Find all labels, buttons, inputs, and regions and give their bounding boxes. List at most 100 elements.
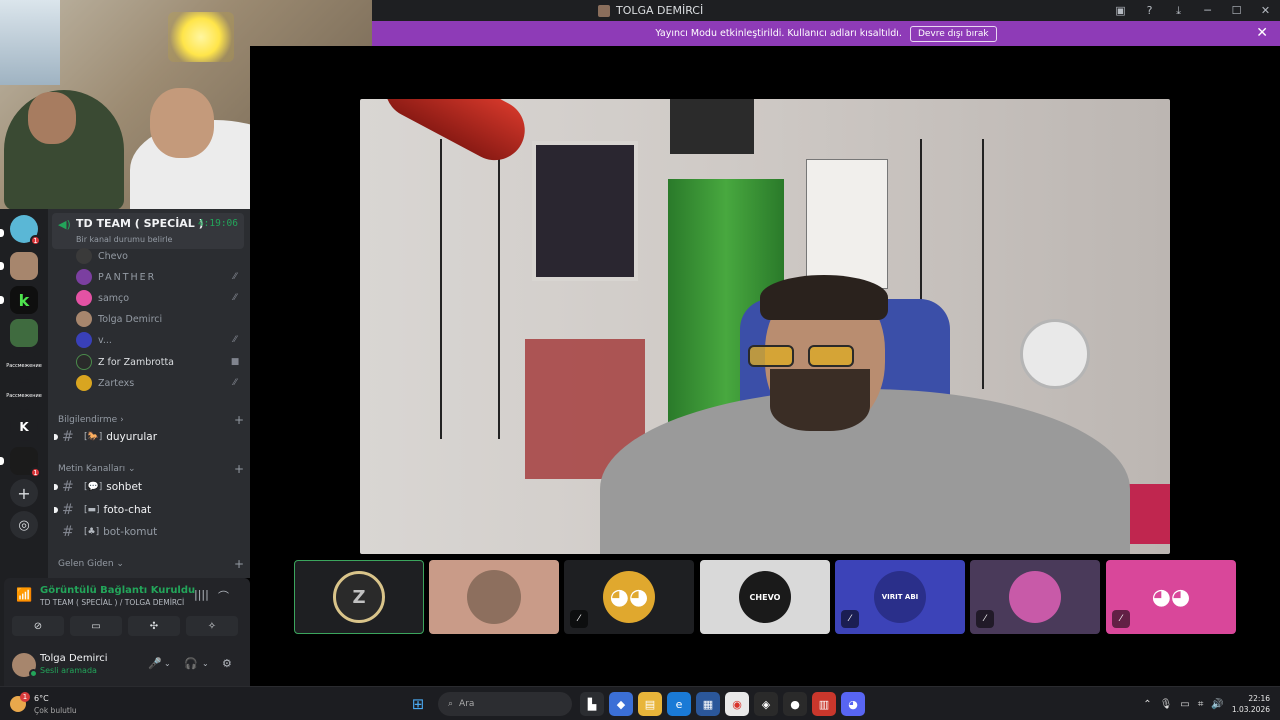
voice-member[interactable]: v... ⁄⁄	[76, 330, 242, 350]
help-icon[interactable]: ?	[1135, 0, 1164, 21]
search-icon: ⌕	[448, 699, 454, 709]
server-icon[interactable]: 1	[10, 215, 41, 246]
discord-taskbar-icon[interactable]: ◕	[841, 692, 865, 716]
network-icon[interactable]: ⌗	[1198, 699, 1204, 710]
category-text[interactable]: Metin Kanalları ⌄ +	[58, 462, 244, 476]
channel-announcements[interactable]: # [🐎] duyurular	[54, 427, 244, 447]
search-box[interactable]: ⌕ Ara	[438, 692, 572, 716]
left-shelf	[440, 139, 500, 439]
mic-muted-icon: ⁄	[570, 610, 588, 628]
server-icon[interactable]: k	[10, 286, 38, 314]
channel-photo[interactable]: # [▬] foto-chat	[54, 500, 244, 520]
close-icon[interactable]: ✕	[1251, 0, 1280, 21]
add-server-icon[interactable]: +	[10, 479, 38, 507]
participant-tile[interactable]	[429, 560, 559, 634]
file-explorer-icon[interactable]: ▤	[638, 692, 662, 716]
voice-member[interactable]: Chevo	[76, 246, 242, 266]
download-icon[interactable]: ⤓	[1164, 0, 1193, 21]
person-beard	[770, 369, 870, 431]
participant-tile[interactable]: CHEVO	[700, 560, 830, 634]
weather-widget[interactable]: 1 6°C Çok bulutlu	[10, 692, 90, 718]
disable-streamer-mode-button[interactable]: Devre dışı bırak	[909, 25, 997, 42]
focused-video[interactable]	[360, 99, 1170, 554]
voice-member[interactable]: Tolga Demirci	[76, 309, 242, 329]
speaker-icon: ◀)	[58, 218, 71, 231]
voice-location[interactable]: TD TEAM ( SPECİAL ) / TOLGA DEMİRCİ	[40, 598, 184, 607]
mic-muted-icon: ⁄⁄	[233, 272, 237, 282]
activities-button[interactable]: ✣	[128, 616, 180, 636]
edge-icon[interactable]: e	[667, 692, 691, 716]
user-panel[interactable]: Tolga Demirci Sesli aramada 🎤 ⌄ 🎧 ⌄ ⚙	[12, 649, 244, 683]
minimize-icon[interactable]: ─	[1193, 0, 1222, 21]
voice-channel-header[interactable]: ◀) TD TEAM ( SPECİAL ) 4:19:06 Bir kanal…	[52, 213, 244, 249]
voice-member[interactable]: Z for Zambrotta ■	[76, 352, 242, 372]
member-name: v...	[98, 334, 112, 346]
channel-bot[interactable]: # [♣] bot-komut	[54, 522, 244, 542]
server-icon[interactable]: Рассмежение	[6, 382, 42, 410]
add-channel-icon[interactable]: +	[234, 413, 244, 427]
store-icon[interactable]: ▦	[696, 692, 720, 716]
maximize-icon[interactable]: ☐	[1222, 0, 1251, 21]
system-tray: ⌃ 🎙 ▭ ⌗ 🔊 22:16 1.03.2026	[1143, 691, 1270, 717]
participant-tile[interactable]: Z	[294, 560, 424, 634]
noise-suppression-icon[interactable]: ||||	[194, 588, 209, 601]
camera-off-button[interactable]: ⊘	[12, 616, 64, 636]
soundboard-button[interactable]: ✧	[186, 616, 238, 636]
window-controls: ▣ ? ⤓ ─ ☐ ✕	[1106, 0, 1280, 21]
volume-icon[interactable]: 🔊	[1211, 699, 1223, 710]
avatar	[76, 332, 92, 348]
channel-status[interactable]: Bir kanal durumu belirle	[76, 235, 172, 244]
screen-share-icon[interactable]: ▣	[1106, 0, 1135, 21]
mic-muted-icon: ⁄⁄	[233, 378, 237, 388]
widgets-icon[interactable]: ◆	[609, 692, 633, 716]
avatar	[76, 375, 92, 391]
screen-share-button[interactable]: ▭	[70, 616, 122, 636]
category-incoming[interactable]: Gelen Giden ⌄ +	[58, 557, 244, 571]
chevron-down-icon[interactable]: ⌄	[164, 659, 171, 668]
server-icon[interactable]: K	[10, 413, 38, 441]
voice-member[interactable]: Zartexs ⁄⁄	[76, 373, 242, 393]
microphone-icon[interactable]: 🎤	[148, 657, 162, 670]
server-icon[interactable]: Рассмежение	[6, 352, 42, 380]
add-channel-icon[interactable]: +	[234, 462, 244, 476]
avatar	[76, 354, 92, 370]
windows-start-icon[interactable]: ⊞	[406, 692, 430, 716]
participant-tile[interactable]: VIRIT ABI ⁄	[835, 560, 965, 634]
server-icon[interactable]: 1	[10, 447, 41, 478]
gear-icon[interactable]: ⚙	[222, 657, 232, 670]
signal-icon[interactable]: 📶	[16, 588, 32, 603]
title-bar: TOLGA DEMİRCİ ▣ ? ⤓ ─ ☐ ✕	[372, 0, 1280, 21]
server-icon[interactable]	[10, 252, 38, 280]
add-channel-icon[interactable]: +	[234, 557, 244, 571]
disconnect-icon[interactable]: ⌒	[218, 588, 229, 604]
channel-label: bot-komut	[103, 526, 158, 538]
chevron-up-icon[interactable]: ⌃	[1143, 699, 1151, 710]
bot-icon: [♣]	[84, 527, 100, 537]
display-icon[interactable]: ▭	[1180, 699, 1189, 710]
category-info[interactable]: Bilgilendirme › +	[58, 413, 244, 427]
app-icon[interactable]: ●	[783, 692, 807, 716]
chrome-icon[interactable]: ◉	[725, 692, 749, 716]
voice-member[interactable]: PANTHER ⁄⁄	[76, 267, 242, 287]
app-icon[interactable]: ▥	[812, 692, 836, 716]
clock[interactable]: 22:16 1.03.2026	[1232, 693, 1270, 715]
notice-close-icon[interactable]: ✕	[1256, 25, 1268, 41]
weather-badge: 1	[20, 692, 30, 702]
channel-chat[interactable]: # [💬] sohbet	[54, 477, 244, 497]
app-icon[interactable]: ◈	[754, 692, 778, 716]
task-view-icon[interactable]: ▙	[580, 692, 604, 716]
notice-text: Yayıncı Modu etkinleştirildi. Kullanıcı …	[655, 28, 902, 39]
microphone-tray-icon[interactable]: 🎙	[1160, 699, 1173, 710]
voice-member[interactable]: samço ⁄⁄	[76, 288, 242, 308]
explore-icon[interactable]: ◎	[10, 511, 38, 539]
headphones-icon[interactable]: 🎧	[184, 657, 198, 670]
participant-tile[interactable]: ◕◕ ⁄	[1106, 560, 1236, 634]
participant-tile[interactable]: ⁄	[970, 560, 1100, 634]
taskbar: 1 6°C Çok bulutlu ⊞ ⌕ Ara ▙ ◆ ▤ e ▦ ◉ ◈ …	[0, 686, 1280, 720]
app-root: TOLGA DEMİRCİ ▣ ? ⤓ ─ ☐ ✕ Yayıncı Modu e…	[0, 0, 1280, 720]
participant-tile[interactable]: ◕◕ ⁄	[564, 560, 694, 634]
chevron-down-icon[interactable]: ⌄	[202, 659, 209, 668]
server-icon[interactable]	[10, 319, 38, 347]
person-right-head	[150, 88, 214, 158]
mic-muted-icon: ⁄⁄	[233, 335, 237, 345]
